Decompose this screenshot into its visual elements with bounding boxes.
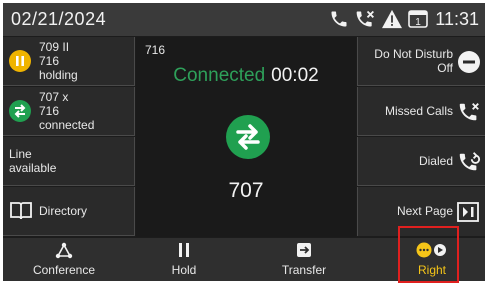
line-key-connected-text: 707 x 716 connected	[39, 90, 94, 132]
line-key-available-text: Line available	[9, 147, 56, 175]
call-panel: 716 Connected 00:02 707	[136, 37, 356, 237]
dialed-call-icon	[457, 150, 481, 174]
line-key-local: 716	[39, 54, 60, 68]
transfer-arrows-icon	[226, 115, 270, 159]
hold-label: Hold	[171, 263, 197, 277]
next-page-icon	[457, 201, 481, 225]
book-icon	[9, 201, 33, 226]
line-key-available[interactable]: Line available	[3, 137, 135, 186]
call-status-row: Connected 00:02	[136, 65, 356, 87]
conference-button[interactable]: Conference	[4, 238, 124, 281]
line-key-local: 716	[39, 104, 60, 118]
call-timer: 00:02	[271, 65, 319, 86]
missed-calls-label: Missed Calls	[384, 104, 453, 118]
transfer-label: Transfer	[281, 263, 327, 277]
status-icons: 1 11:31	[329, 8, 479, 30]
pause-icon	[178, 242, 190, 260]
line-key-remote: 707 x	[39, 90, 69, 104]
local-extension: 716	[145, 43, 166, 57]
call-status: Connected	[173, 65, 266, 86]
status-bar: 02/21/2024 1 11:31	[3, 3, 485, 36]
transfer-icon	[296, 242, 312, 260]
missed-calls-button[interactable]: Missed Calls	[357, 87, 485, 136]
missed-call-icon	[354, 9, 376, 29]
next-page-label: Next Page	[396, 204, 453, 218]
line-key-remote: 709 II	[39, 40, 70, 54]
line-key-state: holding	[39, 68, 78, 82]
transfer-arrows-icon	[9, 100, 31, 122]
line-key-state: available	[9, 161, 57, 175]
directory-label: Directory	[39, 204, 88, 218]
dialed-label: Dialed	[418, 154, 453, 168]
line-key-holding-text: 709 II 716 holding	[39, 40, 78, 82]
dnd-label: Do Not Disturb	[374, 47, 453, 61]
right-soft-keys: Do Not Disturb Off Missed Calls Dialed N…	[357, 37, 485, 237]
highlight-box	[398, 226, 459, 283]
dnd-state: Off	[437, 61, 453, 75]
toggle-off-icon	[457, 50, 481, 74]
line-key-label: Line	[9, 147, 32, 161]
status-date: 02/21/2024	[11, 9, 107, 29]
missed-call-icon	[457, 100, 481, 124]
status-clock: 11:31	[435, 8, 479, 29]
do-not-disturb-button[interactable]: Do Not Disturb Off	[357, 37, 485, 86]
remote-number: 707	[228, 179, 264, 202]
left-line-keys: 709 II 716 holding 707 x 716 connected L…	[3, 37, 135, 237]
line-key-connected-call[interactable]: 707 x 716 connected	[3, 87, 135, 136]
conference-label: Conference	[32, 263, 96, 277]
pause-icon	[9, 50, 31, 72]
hold-button[interactable]: Hold	[124, 238, 244, 281]
warning-icon	[381, 9, 403, 29]
conference-icon	[55, 242, 73, 260]
transfer-button[interactable]: Transfer	[244, 238, 364, 281]
svg-text:1: 1	[416, 17, 422, 28]
dialed-button[interactable]: Dialed	[357, 137, 485, 186]
line-key-holding-call[interactable]: 709 II 716 holding	[3, 37, 135, 86]
line-key-state: connected	[39, 118, 95, 132]
line-count-icon: 1	[408, 10, 429, 28]
dnd-text: Do Not Disturb Off	[374, 47, 453, 75]
phone-icon	[329, 9, 349, 29]
directory-button[interactable]: Directory	[3, 187, 135, 236]
